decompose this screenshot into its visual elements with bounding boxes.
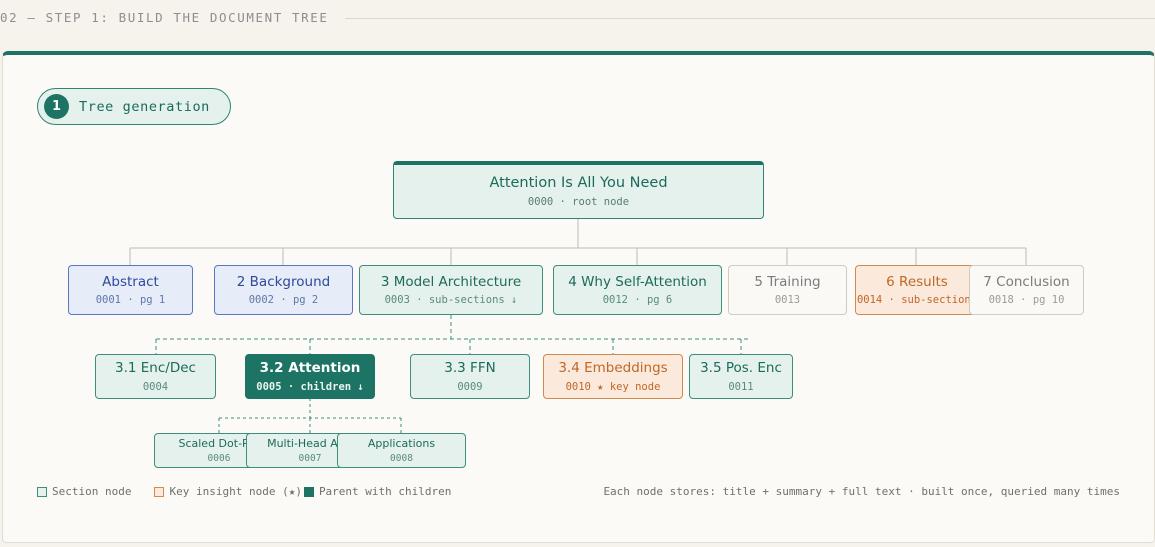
section-node-id: 0018 · pg 10 (988, 294, 1065, 307)
subsection-node-id: 0004 (142, 380, 169, 393)
legend-section-label: Section node (52, 485, 132, 498)
section-node-title: 2 Background (236, 273, 331, 290)
section-node-id: 0001 · pg 1 (95, 294, 166, 307)
legend-key: Key insight node (★) (154, 485, 302, 498)
section-node-title: 7 Conclusion (983, 273, 1070, 290)
subsection-node-id: 0011 (728, 380, 754, 393)
legend-note: Each node stores: title + summary + full… (603, 485, 1120, 498)
root-node[interactable]: Attention Is All You Need 0000 · root no… (393, 161, 764, 219)
child-node-applications[interactable]: Applications 0008 (337, 433, 466, 468)
subsection-node-id: 0009 (457, 380, 483, 393)
legend-parent: Parent with children (303, 485, 452, 498)
section-node-title: 3 Model Architecture (380, 273, 522, 290)
subsection-node-embeddings[interactable]: 3.4 Embeddings 0010 ★ key node (543, 354, 683, 399)
subsection-node-id: 0005 · children ↓ (256, 380, 364, 393)
subsection-connectors (155, 315, 750, 354)
subsection-node-ffn[interactable]: 3.3 FFN 0009 (410, 354, 530, 399)
section-node-title: 6 Results (886, 273, 948, 290)
subsection-node-title: 3.3 FFN (444, 360, 496, 377)
section-node-id: 0002 · pg 2 (248, 294, 319, 307)
section-node-id: 0012 · pg 6 (602, 294, 673, 307)
key-swatch-icon (154, 486, 165, 497)
subsection-node-title: 3.2 Attention (259, 360, 361, 377)
section-swatch-icon (37, 486, 47, 497)
child-node-id: 0008 (390, 453, 413, 465)
subsection-node-pos-enc[interactable]: 3.5 Pos. Enc 0011 (689, 354, 793, 399)
child-node-id: 0007 (298, 453, 322, 465)
child-connectors (218, 398, 402, 433)
section-node-training[interactable]: 5 Training 0013 (728, 265, 847, 315)
section-node-id: 0003 · sub-sections ↓ (384, 294, 518, 307)
child-node-title: Applications (367, 436, 436, 450)
subsection-node-enc-dec[interactable]: 3.1 Enc/Dec 0004 (95, 354, 216, 399)
subsection-node-title: 3.5 Pos. Enc (700, 360, 782, 377)
root-connectors (129, 219, 1027, 265)
section-node-id: 0014 · sub-sections (856, 294, 978, 307)
root-node-title: Attention Is All You Need (489, 174, 668, 191)
section-node-abstract[interactable]: Abstract 0001 · pg 1 (68, 265, 193, 315)
section-node-why-self-attention[interactable]: 4 Why Self-Attention 0012 · pg 6 (553, 265, 722, 315)
subsection-node-id: 0010 ★ key node (565, 380, 661, 393)
section-node-background[interactable]: 2 Background 0002 · pg 2 (214, 265, 353, 315)
parent-swatch-icon (303, 486, 314, 497)
legend: Section node Key insight node (★) Parent… (37, 485, 451, 498)
child-node-id: 0006 (207, 453, 231, 465)
section-node-model-architecture[interactable]: 3 Model Architecture 0003 · sub-sections… (359, 265, 543, 315)
section-node-conclusion[interactable]: 7 Conclusion 0018 · pg 10 (969, 265, 1084, 315)
root-node-id: 0000 · root node (527, 196, 630, 209)
section-node-id: 0013 (774, 294, 801, 307)
legend-section: Section node (37, 485, 131, 498)
legend-parent-label: Parent with children (318, 485, 452, 498)
section-node-results[interactable]: 6 Results 0014 · sub-sections (855, 265, 979, 315)
section-node-title: Abstract (102, 273, 159, 290)
subsection-node-title: 3.1 Enc/Dec (115, 360, 196, 377)
subsection-node-attention[interactable]: 3.2 Attention 0005 · children ↓ (245, 354, 375, 399)
section-node-title: 5 Training (754, 273, 821, 290)
legend-key-label: Key insight node (★) (169, 485, 302, 498)
subsection-node-title: 3.4 Embeddings (558, 360, 668, 377)
section-node-title: 4 Why Self-Attention (568, 273, 707, 290)
